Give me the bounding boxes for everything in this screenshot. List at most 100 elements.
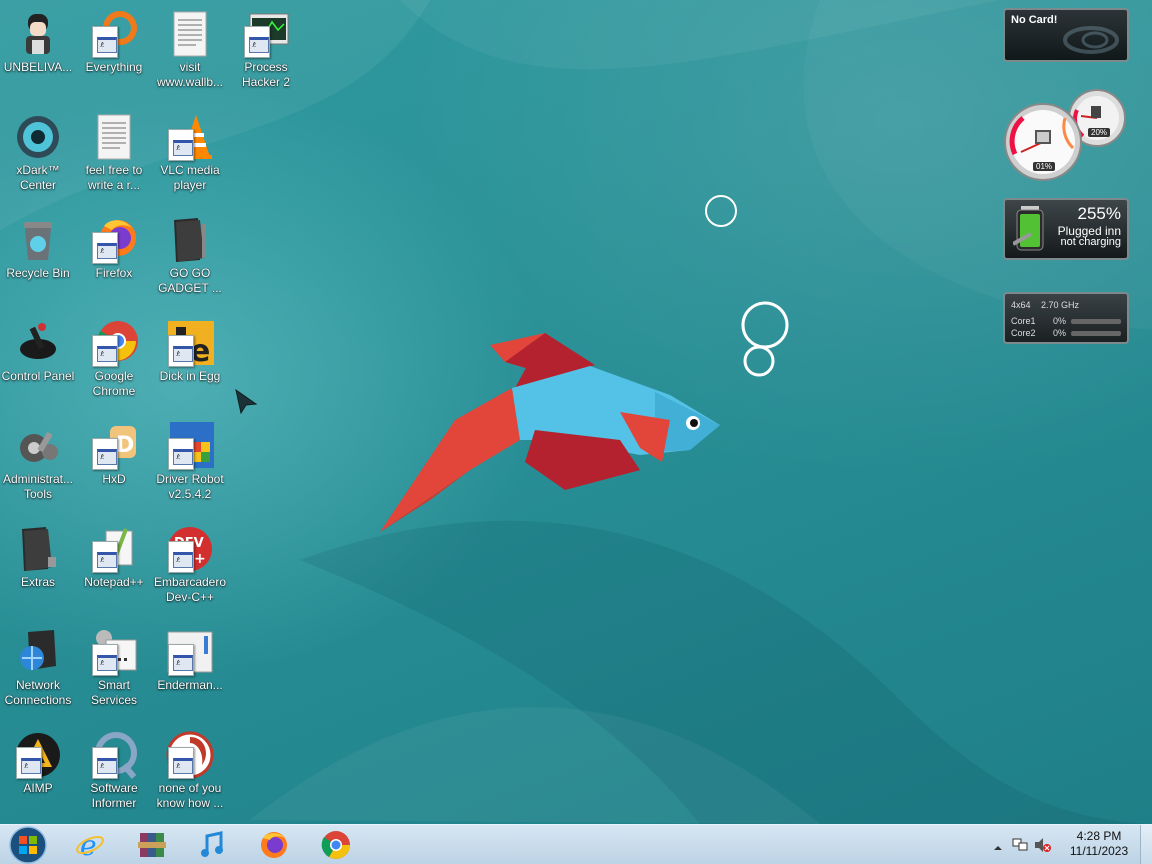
core1-usage: 0% xyxy=(1053,316,1067,326)
software-informer-icon xyxy=(90,731,138,779)
taskbar-winrar[interactable] xyxy=(126,827,178,863)
cpu-usage-gadget[interactable]: 4x64 2.70 GHz Core1 0% Core2 0% xyxy=(1003,292,1129,344)
taskbar-internet-explorer[interactable]: e xyxy=(64,827,116,863)
driver-robot-icon xyxy=(166,422,214,470)
cpu-frequency: 2.70 GHz xyxy=(1041,300,1080,310)
folder-icon xyxy=(166,216,214,264)
chevron-up-icon xyxy=(994,846,1002,850)
dick-in-egg-icon: e xyxy=(166,319,214,369)
battery-icon xyxy=(1013,206,1044,251)
desktop-icon-recycle-bin[interactable]: Recycle Bin xyxy=(0,210,76,310)
mouse-cursor xyxy=(235,388,258,415)
tray-volume-icon[interactable] xyxy=(1034,837,1051,853)
desktop-icon-smart-services[interactable]: Smart Services xyxy=(76,622,152,722)
shortcut-icon xyxy=(166,731,214,779)
chrome-icon xyxy=(321,831,350,859)
svg-text:D: D xyxy=(116,433,134,458)
desktop-icon-control-panel[interactable]: Control Panel xyxy=(0,313,76,413)
memory-meter-label: 20% xyxy=(1088,128,1111,137)
desktop-icon-software-informer[interactable]: Software Informer xyxy=(76,725,152,824)
show-hidden-icons-button[interactable] xyxy=(992,839,1008,855)
everything-icon xyxy=(90,10,138,58)
core1-bar xyxy=(1071,319,1121,324)
taskbar-itunes[interactable] xyxy=(186,827,238,863)
desktop-icon-notepadpp[interactable]: Notepad++ xyxy=(76,519,152,619)
enderman-icon xyxy=(166,628,214,676)
devcpp-icon: DEV+ xyxy=(166,525,214,573)
desktop-icon-devcpp[interactable]: DEV+ Embarcadero Dev-C++ xyxy=(152,519,228,619)
desktop-icon-feel-free[interactable]: feel free to write a r... xyxy=(76,107,152,207)
vlc-icon xyxy=(166,113,214,161)
desktop-icon-vlc[interactable]: VLC media player xyxy=(152,107,228,207)
hxd-icon: D xyxy=(90,422,138,470)
desktop-icon-admin-tools[interactable]: Administrat... Tools xyxy=(0,416,76,516)
aimp-icon xyxy=(14,731,62,779)
desktop-icon-network-connections[interactable]: Network Connections xyxy=(0,622,76,722)
desktop-icon-none-of-you[interactable]: none of you know how ... xyxy=(152,725,228,824)
desktop-icon-unbeliva[interactable]: UNBELIVA... xyxy=(0,4,76,104)
desktop-icon-process-hacker[interactable]: Process Hacker 2 xyxy=(228,4,304,104)
firefox-icon xyxy=(90,216,138,264)
anime-character-icon xyxy=(14,10,62,58)
svg-text:e: e xyxy=(80,830,97,860)
bubble xyxy=(743,345,775,377)
taskbar-firefox[interactable] xyxy=(248,827,300,863)
volume-muted-icon xyxy=(1035,838,1051,852)
desktop-icon-aimp[interactable]: AIMP xyxy=(0,725,76,824)
desktop-icon-xdark-center[interactable]: xDark™ Center xyxy=(0,107,76,207)
bubble xyxy=(705,195,737,227)
show-desktop-button[interactable] xyxy=(1140,825,1152,864)
desktop-icon-enderman[interactable]: Enderman... xyxy=(152,622,228,722)
process-hacker-icon xyxy=(242,10,290,58)
desktop-icon-google-chrome[interactable]: Google Chrome xyxy=(76,313,152,413)
taskbar: e 4:28 PM 11/11/2023 xyxy=(0,824,1152,864)
svg-text:+: + xyxy=(194,551,206,567)
clock-date: 11/11/2023 xyxy=(1069,844,1129,858)
battery-gadget[interactable]: 255% Plugged inn not charging xyxy=(1003,198,1129,260)
cpu-arch: 4x64 xyxy=(1011,300,1031,310)
battery-status-line2: not charging xyxy=(1060,236,1121,248)
desktop-icon-firefox[interactable]: Firefox xyxy=(76,210,152,310)
internet-explorer-icon: e xyxy=(76,830,104,860)
desktop-icon-go-go-gadget[interactable]: GO GO GADGET ... xyxy=(152,210,228,310)
nvidia-logo-icon xyxy=(1063,26,1119,54)
windows-orb-icon xyxy=(9,826,47,864)
core2-usage: 0% xyxy=(1053,328,1067,338)
system-tray: 4:28 PM 11/11/2023 xyxy=(992,825,1152,864)
network-icon xyxy=(1012,838,1028,851)
cpu-meter-gadget[interactable]: 01% 20% xyxy=(1003,88,1129,184)
desktop-icon-hxd[interactable]: D HxD xyxy=(76,416,152,516)
cpu-meter-dials xyxy=(1004,89,1126,181)
clock-time: 4:28 PM xyxy=(1076,829,1122,843)
desktop-icon-visit-wallb[interactable]: visit www.wallb... xyxy=(152,4,228,104)
start-button[interactable] xyxy=(2,826,54,864)
text-document-icon xyxy=(166,10,214,58)
firefox-icon xyxy=(261,832,287,858)
gpu-status-text: No Card! xyxy=(1011,14,1058,26)
desktop-icon-everything[interactable]: Everything xyxy=(76,4,152,104)
bubble xyxy=(741,301,789,349)
tray-network-icon[interactable] xyxy=(1012,837,1028,853)
cpu-meter-label: 01% xyxy=(1033,162,1056,171)
itunes-icon xyxy=(201,831,223,857)
taskbar-clock[interactable]: 4:28 PM 11/11/2023 xyxy=(1064,829,1134,859)
taskbar-chrome[interactable] xyxy=(310,827,362,863)
recycle-bin-icon xyxy=(14,216,62,264)
gpu-monitor-gadget[interactable]: No Card! xyxy=(1003,8,1129,62)
chrome-icon xyxy=(90,319,138,367)
text-document-icon xyxy=(90,113,138,161)
notepadpp-icon xyxy=(90,525,138,573)
desktop-icon-dick-in-egg[interactable]: e Dick in Egg xyxy=(152,313,228,413)
smart-services-icon xyxy=(90,628,138,676)
core2-label: Core2 xyxy=(1011,328,1036,338)
desktop-icon-driver-robot[interactable]: Driver Robot v2.5.4.2 xyxy=(152,416,228,516)
betta-fish xyxy=(380,333,720,532)
xdark-center-icon xyxy=(14,113,62,161)
battery-percent: 255% xyxy=(1077,204,1121,223)
desktop[interactable]: UNBELIVA... xDark™ Center Recycle Bin Co… xyxy=(0,0,1152,824)
core2-bar xyxy=(1071,331,1121,336)
desktop-icon-extras[interactable]: Extras xyxy=(0,519,76,619)
admin-tools-icon xyxy=(14,422,62,470)
folder-icon xyxy=(14,525,62,573)
network-connections-icon xyxy=(14,628,62,676)
